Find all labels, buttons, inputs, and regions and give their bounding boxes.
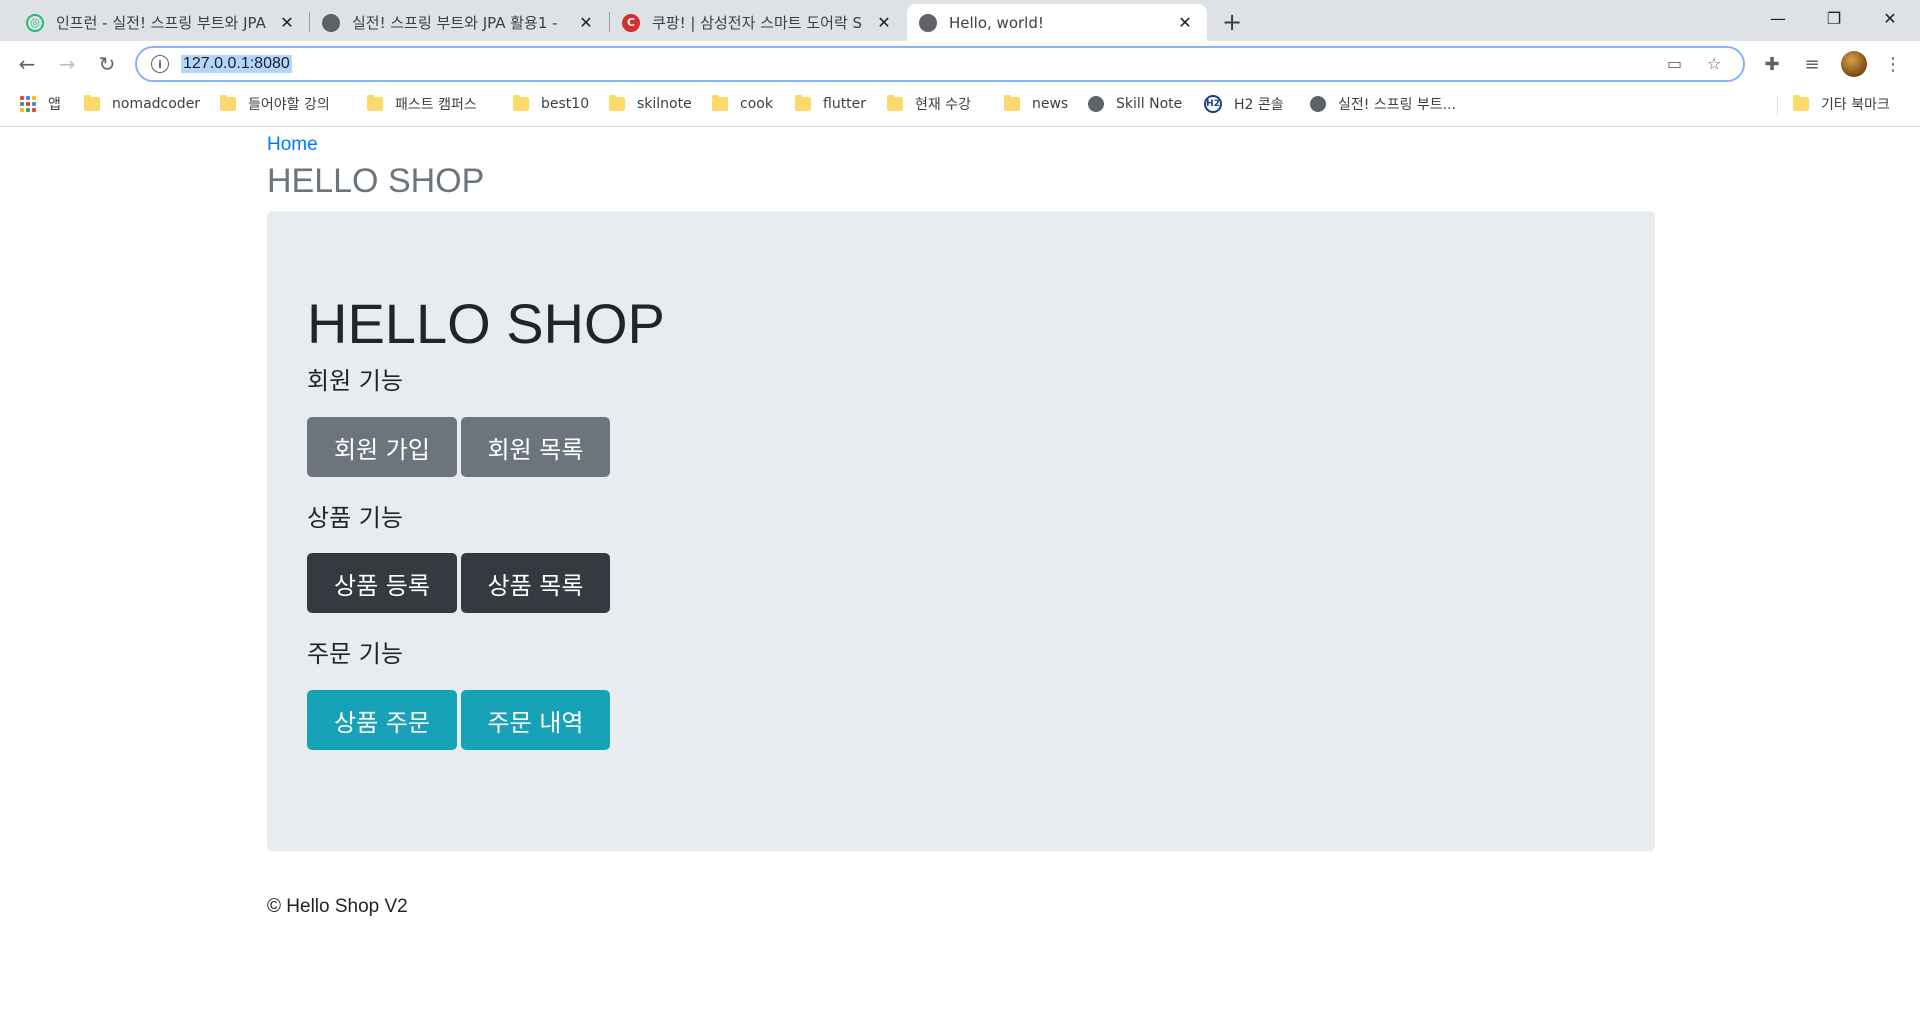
tab-title: 실전! 스프링 부트와 JPA 활용1 -: [352, 14, 558, 32]
avatar: [1841, 51, 1867, 77]
profile-avatar[interactable]: [1839, 49, 1869, 79]
bookmark-label: 패스트 캠퍼스: [395, 97, 477, 113]
apps-icon: [20, 96, 36, 112]
inflearn-icon: ◎: [26, 13, 44, 32]
close-window-icon[interactable]: ✕: [1862, 0, 1918, 36]
bookmark-divider: [1777, 95, 1778, 115]
footer-copyright: © Hello Shop V2: [267, 896, 408, 917]
bookmark-news[interactable]: news: [1004, 87, 1068, 121]
bookmark-label: cook: [740, 96, 773, 112]
page-viewport: Home HELLO SHOP HELLO SHOP 회원 기능 회원 가입 회…: [0, 128, 1920, 1030]
folder-icon: [887, 95, 903, 111]
member-join-button[interactable]: 회원 가입: [307, 417, 457, 477]
bookmark-label: skilnote: [637, 96, 692, 112]
folder-icon: [220, 95, 236, 111]
globe-icon: [1088, 96, 1104, 112]
tab-title: 인프런 - 실전! 스프링 부트와 JPA 활용1: [56, 14, 271, 32]
tab-jpa-course[interactable]: 실전! 스프링 부트와 JPA 활용1 - ✕: [310, 4, 608, 41]
globe-icon: [322, 13, 340, 32]
folder-icon: [513, 95, 529, 111]
bookmark-label: best10: [541, 96, 590, 112]
bookmark-label: 현재 수강: [915, 97, 971, 113]
bookmark-h2-console[interactable]: H2 H2 콘솔: [1204, 87, 1284, 121]
globe-icon: [919, 13, 937, 32]
bookmark-fastcampus[interactable]: 패스트 캠퍼스: [367, 87, 477, 121]
tab-coupang[interactable]: C 쿠팡! | 삼성전자 스마트 도어락 S ✕: [610, 4, 906, 41]
header-title: HELLO SHOP: [267, 162, 485, 200]
bookmark-other[interactable]: 기타 북마크: [1793, 87, 1890, 121]
order-button[interactable]: 상품 주문: [307, 690, 457, 750]
bookmark-label: 실전! 스프링 부트...: [1338, 97, 1457, 113]
bookmark-current-course[interactable]: 현재 수강: [887, 87, 971, 121]
bookmark-label: 들어야할 강의: [248, 97, 330, 113]
tab-hello-world[interactable]: Hello, world! ✕: [907, 4, 1207, 41]
url-text[interactable]: 127.0.0.1:8080: [181, 55, 292, 73]
bookmark-nomadcoder[interactable]: nomadcoder: [84, 87, 200, 121]
bookmark-label: H2 콘솔: [1234, 97, 1284, 113]
bookmark-label: flutter: [823, 96, 867, 112]
restore-icon[interactable]: ❐: [1806, 0, 1862, 36]
folder-icon: [1793, 95, 1809, 111]
jumbotron-title: HELLO SHOP: [307, 292, 665, 355]
back-icon[interactable]: ←: [12, 49, 42, 79]
extensions-icon[interactable]: ✚: [1757, 49, 1787, 79]
folder-icon: [1004, 95, 1020, 111]
bookmark-label: 앱: [48, 97, 61, 113]
bookmark-label: Skill Note: [1116, 96, 1183, 112]
browser-toolbar: ← → ↻ i 127.0.0.1:8080 ▭ ☆ ✚ ≡ ⋮: [0, 41, 1920, 87]
info-icon[interactable]: i: [151, 55, 169, 73]
jumbotron: HELLO SHOP 회원 기능 회원 가입 회원 목록 상품 기능 상품 등록…: [267, 211, 1655, 851]
bookmarks-bar: 앱 nomadcoder 들어야할 강의 패스트 캠퍼스 best10 skil…: [0, 87, 1920, 127]
menu-icon[interactable]: ⋮: [1878, 49, 1908, 79]
bookmark-cook[interactable]: cook: [712, 87, 773, 121]
tab-title: 쿠팡! | 삼성전자 스마트 도어락 S: [652, 14, 863, 32]
member-section-label: 회원 기능: [307, 367, 403, 395]
bookmark-label: news: [1032, 96, 1069, 112]
forward-icon[interactable]: →: [52, 49, 82, 79]
folder-icon: [367, 95, 383, 111]
tab-inflearn[interactable]: ◎ 인프런 - 실전! 스프링 부트와 JPA 활용1 ✕: [14, 4, 309, 41]
globe-icon: [1310, 96, 1326, 112]
reload-icon[interactable]: ↻: [92, 49, 122, 79]
item-register-button[interactable]: 상품 등록: [307, 553, 457, 613]
media-control-icon[interactable]: ≡: [1797, 49, 1827, 79]
close-icon[interactable]: ✕: [576, 13, 596, 33]
bookmark-label: 기타 북마크: [1821, 97, 1890, 113]
close-icon[interactable]: ✕: [277, 13, 297, 33]
folder-icon: [609, 95, 625, 111]
bookmark-best10[interactable]: best10: [513, 87, 589, 121]
home-link[interactable]: Home: [267, 134, 318, 156]
address-bar[interactable]: i 127.0.0.1:8080 ▭ ☆: [135, 46, 1745, 82]
close-icon[interactable]: ✕: [874, 13, 894, 33]
bookmark-skill-note[interactable]: Skill Note: [1088, 87, 1182, 121]
h2-icon: H2: [1204, 95, 1222, 113]
cast-icon[interactable]: ▭: [1667, 54, 1682, 73]
bookmark-label: nomadcoder: [112, 96, 201, 112]
tab-strip: ◎ 인프런 - 실전! 스프링 부트와 JPA 활용1 ✕ 실전! 스프링 부트…: [0, 0, 1920, 41]
bookmark-lectures[interactable]: 들어야할 강의: [220, 87, 330, 121]
star-icon[interactable]: ☆: [1707, 54, 1721, 73]
order-history-button[interactable]: 주문 내역: [461, 690, 610, 750]
bookmark-apps[interactable]: 앱: [20, 87, 61, 121]
member-list-button[interactable]: 회원 목록: [461, 417, 610, 477]
minimize-icon[interactable]: —: [1750, 0, 1806, 36]
close-icon[interactable]: ✕: [1175, 13, 1195, 33]
bookmark-spring-boot[interactable]: 실전! 스프링 부트...: [1310, 87, 1456, 121]
folder-icon: [84, 95, 100, 111]
new-tab-button[interactable]: +: [1218, 8, 1246, 36]
tab-title: Hello, world!: [949, 13, 1044, 32]
folder-icon: [712, 95, 728, 111]
item-list-button[interactable]: 상품 목록: [461, 553, 610, 613]
bookmark-skilnote[interactable]: skilnote: [609, 87, 692, 121]
bookmark-flutter[interactable]: flutter: [795, 87, 866, 121]
folder-icon: [795, 95, 811, 111]
item-section-label: 상품 기능: [307, 504, 403, 532]
order-section-label: 주문 기능: [307, 640, 403, 668]
coupang-icon: C: [622, 13, 640, 32]
